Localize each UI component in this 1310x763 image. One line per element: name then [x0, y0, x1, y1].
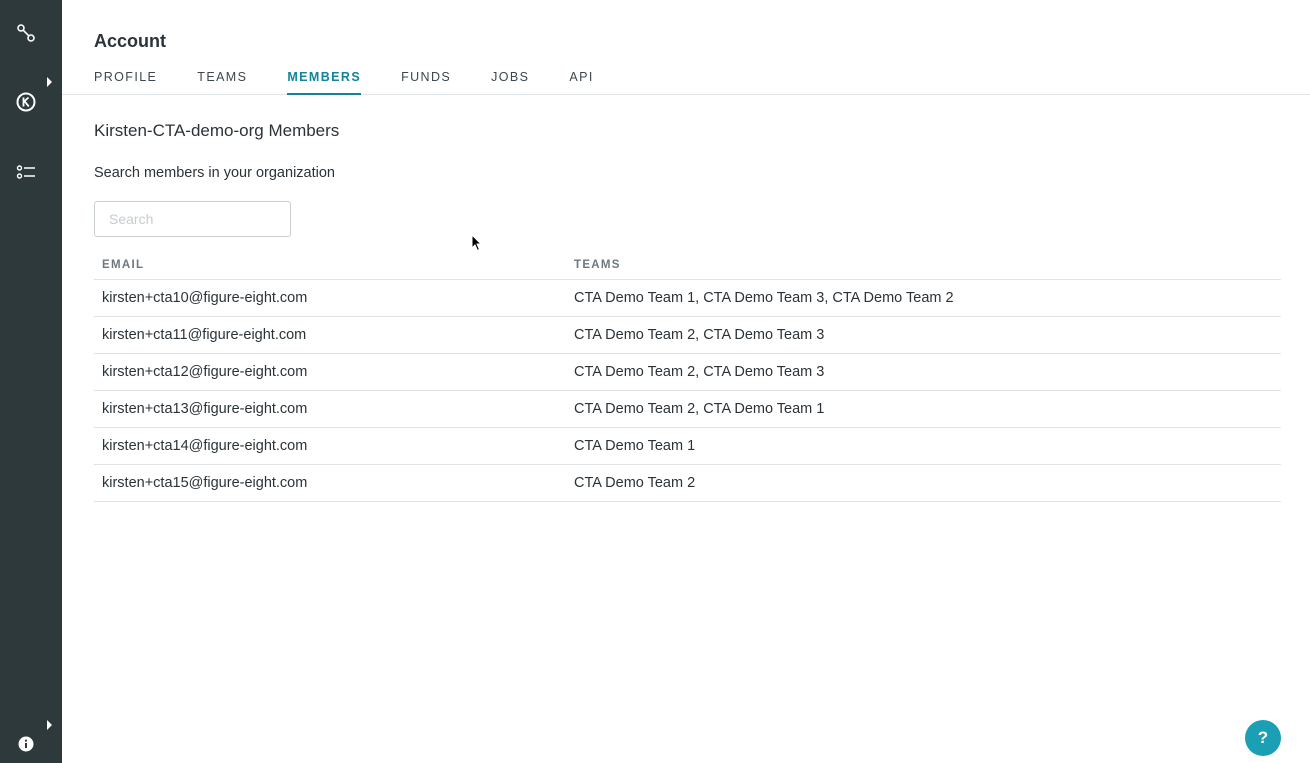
tab-jobs[interactable]: JOBS — [491, 70, 529, 95]
tab-api[interactable]: API — [569, 70, 593, 95]
account-tabs: PROFILE TEAMS MEMBERS FUNDS JOBS API — [94, 70, 634, 95]
member-teams: CTA Demo Team 1 — [566, 427, 1281, 465]
tab-funds[interactable]: FUNDS — [401, 70, 451, 95]
tab-teams[interactable]: TEAMS — [197, 70, 247, 95]
member-email: kirsten+cta10@figure-eight.com — [94, 279, 566, 317]
table-header-row: EMAIL TEAMS — [94, 251, 1281, 280]
table-row[interactable]: kirsten+cta11@figure-eight.com CTA Demo … — [94, 316, 1281, 354]
member-teams: CTA Demo Team 2 — [566, 464, 1281, 502]
member-teams: CTA Demo Team 2, CTA Demo Team 1 — [566, 390, 1281, 428]
members-table: EMAIL TEAMS kirsten+cta10@figure-eight.c… — [94, 251, 1281, 502]
member-teams: CTA Demo Team 2, CTA Demo Team 3 — [566, 316, 1281, 354]
tab-members[interactable]: MEMBERS — [287, 70, 362, 95]
table-row[interactable]: kirsten+cta13@figure-eight.com CTA Demo … — [94, 390, 1281, 428]
member-email: kirsten+cta14@figure-eight.com — [94, 427, 566, 465]
search-label: Search members in your organization — [94, 165, 335, 181]
list-icon[interactable] — [15, 161, 37, 183]
table-row[interactable]: kirsten+cta10@figure-eight.com CTA Demo … — [94, 279, 1281, 317]
page-title: Account — [94, 31, 166, 51]
member-email: kirsten+cta13@figure-eight.com — [94, 390, 566, 428]
member-email: kirsten+cta11@figure-eight.com — [94, 316, 566, 354]
workflow-icon[interactable] — [15, 22, 37, 44]
account-header: Account PROFILE TEAMS MEMBERS FUNDS JOBS… — [62, 0, 1310, 95]
member-teams: CTA Demo Team 1, CTA Demo Team 3, CTA De… — [566, 279, 1281, 317]
tab-profile[interactable]: PROFILE — [94, 70, 157, 95]
org-members-title: Kirsten-CTA-demo-org Members — [94, 121, 340, 140]
column-header-teams[interactable]: TEAMS — [566, 251, 1281, 280]
column-header-email[interactable]: EMAIL — [94, 251, 566, 280]
member-email: kirsten+cta12@figure-eight.com — [94, 353, 566, 391]
help-button[interactable]: ? — [1245, 720, 1281, 756]
table-row[interactable]: kirsten+cta14@figure-eight.com CTA Demo … — [94, 427, 1281, 465]
sidebar — [0, 0, 62, 763]
member-email: kirsten+cta15@figure-eight.com — [94, 464, 566, 502]
expand-arrow-icon[interactable] — [46, 74, 54, 87]
table-row[interactable]: kirsten+cta12@figure-eight.com CTA Demo … — [94, 353, 1281, 391]
member-teams: CTA Demo Team 2, CTA Demo Team 3 — [566, 353, 1281, 391]
table-row[interactable]: kirsten+cta15@figure-eight.com CTA Demo … — [94, 464, 1281, 502]
search-input[interactable] — [94, 201, 291, 237]
mouse-cursor-icon — [471, 233, 483, 252]
k-logo-icon[interactable] — [15, 91, 37, 113]
info-icon[interactable] — [16, 734, 36, 754]
expand-arrow-bottom-icon[interactable] — [46, 717, 54, 730]
